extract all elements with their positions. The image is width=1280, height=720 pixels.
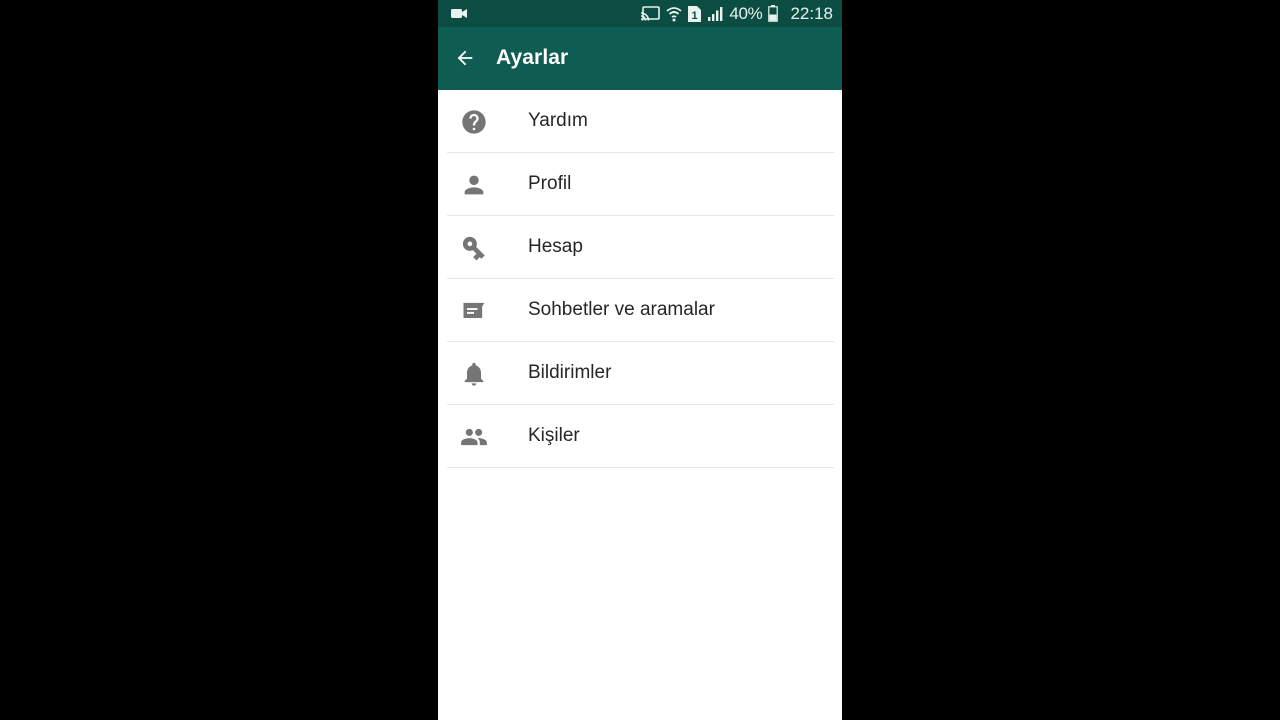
status-right: 1 40% 22:18	[640, 0, 833, 27]
settings-item-label: Yardım	[528, 110, 588, 131]
sim-card-icon: 1	[688, 5, 702, 22]
settings-item-account[interactable]: Hesap	[438, 216, 842, 279]
settings-item-profile[interactable]: Profil	[438, 153, 842, 216]
divider	[447, 467, 834, 468]
phone-screen: 1 40% 22:18 Ayarlar Yardım Profil Hesap …	[438, 0, 842, 720]
person-icon	[464, 175, 484, 195]
settings-item-label: Bildirimler	[528, 362, 612, 383]
settings-item-label: Kişiler	[528, 425, 580, 446]
settings-item-contacts[interactable]: Kişiler	[438, 405, 842, 468]
wifi-icon	[666, 6, 682, 21]
clock: 22:18	[790, 3, 833, 23]
signal-icon	[708, 7, 723, 21]
chat-icon	[463, 302, 485, 318]
status-bar: 1 40% 22:18	[438, 0, 842, 27]
battery-level: 40%	[729, 3, 763, 23]
bell-icon	[464, 362, 484, 386]
back-arrow-icon[interactable]	[454, 47, 476, 69]
settings-item-chats-calls[interactable]: Sohbetler ve aramalar	[438, 279, 842, 342]
cast-icon	[641, 6, 661, 21]
key-icon	[462, 236, 485, 261]
settings-item-label: Sohbetler ve aramalar	[528, 299, 715, 320]
settings-item-notifications[interactable]: Bildirimler	[438, 342, 842, 405]
page-title: Ayarlar	[496, 46, 569, 69]
battery-icon	[768, 5, 779, 22]
contacts-icon	[461, 428, 487, 446]
settings-item-help[interactable]: Yardım	[438, 90, 842, 153]
settings-list: Yardım Profil Hesap Sohbetler ve aramala…	[438, 90, 842, 468]
help-icon	[462, 110, 486, 134]
settings-item-label: Hesap	[528, 236, 583, 257]
sim-slot-number: 1	[692, 10, 698, 22]
settings-item-label: Profil	[528, 173, 572, 194]
app-bar: Ayarlar	[438, 27, 842, 90]
video-camera-icon	[451, 9, 467, 18]
